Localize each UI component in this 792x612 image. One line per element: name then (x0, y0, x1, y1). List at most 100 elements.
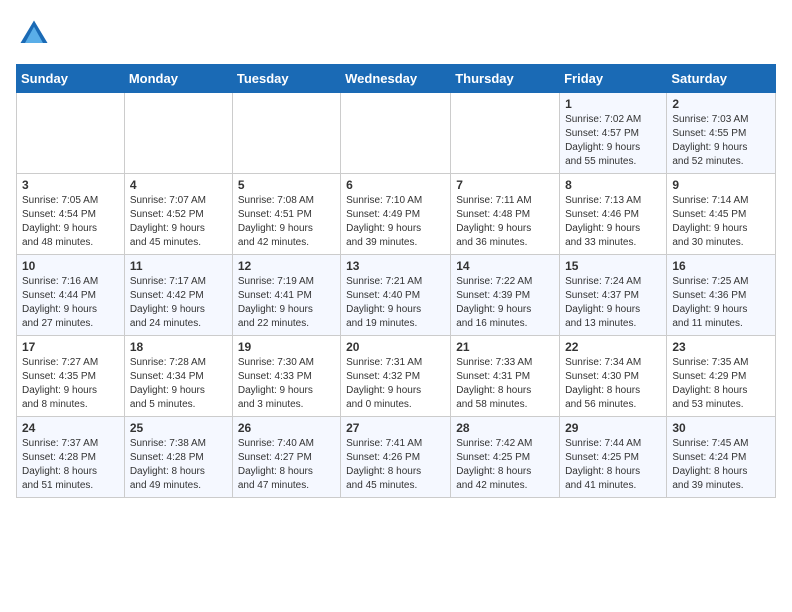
day-info: Sunrise: 7:03 AM Sunset: 4:55 PM Dayligh… (672, 113, 770, 169)
day-cell: 13 Sunrise: 7:21 AM Sunset: 4:40 PM Dayli… (341, 255, 451, 336)
day-info: Sunrise: 7:25 AM Sunset: 4:36 PM Dayligh… (672, 275, 770, 331)
day-number: 12 (238, 259, 335, 273)
day-info: Sunrise: 7:21 AM Sunset: 4:40 PM Dayligh… (346, 275, 445, 331)
day-number: 13 (346, 259, 445, 273)
day-cell: 4 Sunrise: 7:07 AM Sunset: 4:52 PM Daylig… (124, 174, 232, 255)
calendar-header: SundayMondayTuesdayWednesdayThursdayFrid… (17, 65, 776, 93)
day-number: 7 (456, 178, 554, 192)
week-row-3: 10Sunrise: 7:16 AM Sunset: 4:44 PM Dayli… (17, 255, 776, 336)
day-number: 24 (22, 421, 119, 435)
week-row-4: 17 Sunrise: 7:27 AM Sunset: 4:35 PM Dayli… (17, 336, 776, 417)
day-info: Sunrise: 7:28 AM Sunset: 4:34 PM Dayligh… (130, 356, 227, 412)
day-info: Sunrise: 7:27 AM Sunset: 4:35 PM Dayligh… (22, 356, 119, 412)
calendar-table: SundayMondayTuesdayWednesdayThursdayFrid… (16, 64, 776, 498)
day-info: Sunrise: 7:42 AM Sunset: 4:25 PM Dayligh… (456, 437, 554, 493)
day-info: Sunrise: 7:31 AM Sunset: 4:32 PM Dayligh… (346, 356, 445, 412)
week-row-5: 24 Sunrise: 7:37 AM Sunset: 4:28 PM Dayli… (17, 417, 776, 498)
day-number: 16 (672, 259, 770, 273)
day-number: 15 (565, 259, 661, 273)
day-cell (17, 93, 125, 174)
day-cell: 6 Sunrise: 7:10 AM Sunset: 4:49 PM Daylig… (341, 174, 451, 255)
header-thursday: Thursday (451, 65, 560, 93)
day-cell: 17 Sunrise: 7:27 AM Sunset: 4:35 PM Dayli… (17, 336, 125, 417)
day-info: Sunrise: 7:45 AM Sunset: 4:24 PM Dayligh… (672, 437, 770, 493)
day-info: Sunrise: 7:13 AM Sunset: 4:46 PM Dayligh… (565, 194, 661, 250)
header-sunday: Sunday (17, 65, 125, 93)
day-info: Sunrise: 7:33 AM Sunset: 4:31 PM Dayligh… (456, 356, 554, 412)
day-number: 26 (238, 421, 335, 435)
day-number: 22 (565, 340, 661, 354)
day-number: 21 (456, 340, 554, 354)
day-cell: 23 Sunrise: 7:35 AM Sunset: 4:29 PM Dayli… (667, 336, 776, 417)
day-number: 11 (130, 259, 227, 273)
week-row-2: 3 Sunrise: 7:05 AM Sunset: 4:54 PM Daylig… (17, 174, 776, 255)
day-info: Sunrise: 7:37 AM Sunset: 4:28 PM Dayligh… (22, 437, 119, 493)
day-cell: 11 Sunrise: 7:17 AM Sunset: 4:42 PM Dayli… (124, 255, 232, 336)
day-info: Sunrise: 7:11 AM Sunset: 4:48 PM Dayligh… (456, 194, 554, 250)
day-cell: 27Sunrise: 7:41 AM Sunset: 4:26 PM Dayli… (341, 417, 451, 498)
header-tuesday: Tuesday (232, 65, 340, 93)
day-number: 3 (22, 178, 119, 192)
day-cell: 5Sunrise: 7:08 AM Sunset: 4:51 PM Daylig… (232, 174, 340, 255)
header-monday: Monday (124, 65, 232, 93)
header-row: SundayMondayTuesdayWednesdayThursdayFrid… (17, 65, 776, 93)
header-saturday: Saturday (667, 65, 776, 93)
day-number: 19 (238, 340, 335, 354)
day-cell (232, 93, 340, 174)
day-cell: 10Sunrise: 7:16 AM Sunset: 4:44 PM Dayli… (17, 255, 125, 336)
day-cell: 19 Sunrise: 7:30 AM Sunset: 4:33 PM Dayli… (232, 336, 340, 417)
day-info: Sunrise: 7:07 AM Sunset: 4:52 PM Dayligh… (130, 194, 227, 250)
day-number: 1 (565, 97, 661, 111)
day-info: Sunrise: 7:40 AM Sunset: 4:27 PM Dayligh… (238, 437, 335, 493)
day-info: Sunrise: 7:02 AM Sunset: 4:57 PM Dayligh… (565, 113, 661, 169)
day-number: 14 (456, 259, 554, 273)
day-info: Sunrise: 7:30 AM Sunset: 4:33 PM Dayligh… (238, 356, 335, 412)
day-cell: 14Sunrise: 7:22 AM Sunset: 4:39 PM Dayli… (451, 255, 560, 336)
day-cell: 12 Sunrise: 7:19 AM Sunset: 4:41 PM Dayli… (232, 255, 340, 336)
day-cell: 22 Sunrise: 7:34 AM Sunset: 4:30 PM Dayli… (560, 336, 667, 417)
day-cell: 15 Sunrise: 7:24 AM Sunset: 4:37 PM Dayli… (560, 255, 667, 336)
day-number: 6 (346, 178, 445, 192)
day-cell: 8Sunrise: 7:13 AM Sunset: 4:46 PM Daylig… (560, 174, 667, 255)
day-cell: 30Sunrise: 7:45 AM Sunset: 4:24 PM Dayli… (667, 417, 776, 498)
logo-icon (16, 16, 52, 52)
day-number: 18 (130, 340, 227, 354)
day-number: 25 (130, 421, 227, 435)
page-header (16, 16, 776, 52)
day-number: 29 (565, 421, 661, 435)
day-number: 23 (672, 340, 770, 354)
day-cell: 9Sunrise: 7:14 AM Sunset: 4:45 PM Daylig… (667, 174, 776, 255)
day-number: 27 (346, 421, 445, 435)
day-cell: 28Sunrise: 7:42 AM Sunset: 4:25 PM Dayli… (451, 417, 560, 498)
day-info: Sunrise: 7:24 AM Sunset: 4:37 PM Dayligh… (565, 275, 661, 331)
day-info: Sunrise: 7:19 AM Sunset: 4:41 PM Dayligh… (238, 275, 335, 331)
day-cell: 1 Sunrise: 7:02 AM Sunset: 4:57 PM Daylig… (560, 93, 667, 174)
day-cell: 24 Sunrise: 7:37 AM Sunset: 4:28 PM Dayli… (17, 417, 125, 498)
day-number: 20 (346, 340, 445, 354)
day-number: 2 (672, 97, 770, 111)
day-info: Sunrise: 7:14 AM Sunset: 4:45 PM Dayligh… (672, 194, 770, 250)
day-cell: 21 Sunrise: 7:33 AM Sunset: 4:31 PM Dayli… (451, 336, 560, 417)
day-cell: 25 Sunrise: 7:38 AM Sunset: 4:28 PM Dayli… (124, 417, 232, 498)
day-info: Sunrise: 7:05 AM Sunset: 4:54 PM Dayligh… (22, 194, 119, 250)
day-cell (124, 93, 232, 174)
day-info: Sunrise: 7:38 AM Sunset: 4:28 PM Dayligh… (130, 437, 227, 493)
calendar-body: 1 Sunrise: 7:02 AM Sunset: 4:57 PM Daylig… (17, 93, 776, 498)
day-info: Sunrise: 7:17 AM Sunset: 4:42 PM Dayligh… (130, 275, 227, 331)
day-cell: 3 Sunrise: 7:05 AM Sunset: 4:54 PM Daylig… (17, 174, 125, 255)
day-info: Sunrise: 7:08 AM Sunset: 4:51 PM Dayligh… (238, 194, 335, 250)
day-info: Sunrise: 7:35 AM Sunset: 4:29 PM Dayligh… (672, 356, 770, 412)
day-cell: 18 Sunrise: 7:28 AM Sunset: 4:34 PM Dayli… (124, 336, 232, 417)
day-info: Sunrise: 7:10 AM Sunset: 4:49 PM Dayligh… (346, 194, 445, 250)
day-info: Sunrise: 7:34 AM Sunset: 4:30 PM Dayligh… (565, 356, 661, 412)
day-cell: 29Sunrise: 7:44 AM Sunset: 4:25 PM Dayli… (560, 417, 667, 498)
logo (16, 16, 56, 52)
day-cell: 20 Sunrise: 7:31 AM Sunset: 4:32 PM Dayli… (341, 336, 451, 417)
day-info: Sunrise: 7:16 AM Sunset: 4:44 PM Dayligh… (22, 275, 119, 331)
day-cell: 26 Sunrise: 7:40 AM Sunset: 4:27 PM Dayli… (232, 417, 340, 498)
day-cell: 16 Sunrise: 7:25 AM Sunset: 4:36 PM Dayli… (667, 255, 776, 336)
day-number: 4 (130, 178, 227, 192)
header-wednesday: Wednesday (341, 65, 451, 93)
day-cell (341, 93, 451, 174)
day-number: 17 (22, 340, 119, 354)
